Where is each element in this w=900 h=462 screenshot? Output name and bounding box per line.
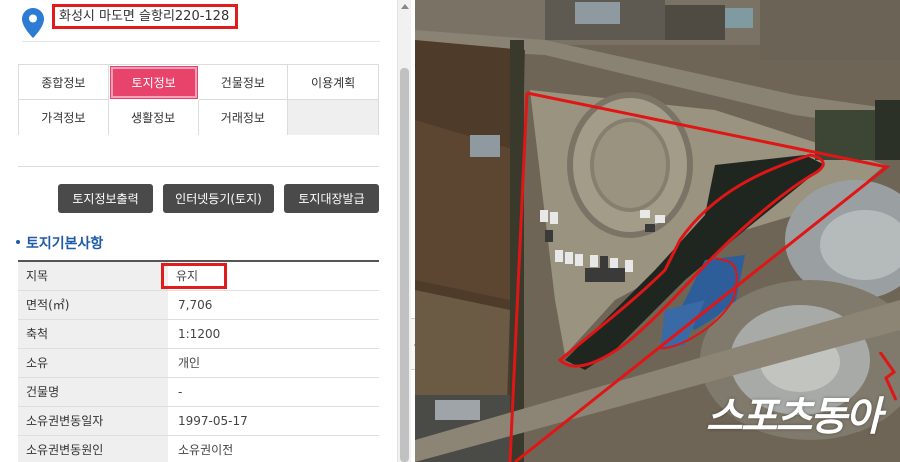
- row-value: 유지: [161, 261, 379, 291]
- watermark-logo: 스포츠동아: [706, 394, 882, 440]
- table-row: 건물명 -: [18, 377, 379, 407]
- panel-scrollbar[interactable]: [397, 0, 411, 462]
- divider: [18, 166, 379, 167]
- row-label: 축척: [18, 319, 168, 349]
- scrollbar-thumb[interactable]: [400, 68, 409, 462]
- row-label: 건물명: [18, 377, 168, 407]
- scroll-up-arrow-icon[interactable]: [401, 4, 409, 9]
- table-row: 소유권변동일자 1997-05-17: [18, 406, 379, 436]
- info-tabs: 종합정보 토지정보 건물정보 이용계획 가격정보 생활정보 거래정보: [18, 64, 379, 135]
- row-value: 1:1200: [168, 319, 379, 349]
- section-title: 토지기본사항: [16, 233, 103, 253]
- print-land-info-button[interactable]: 토지정보출력: [58, 184, 153, 213]
- table-row: 축척 1:1200: [18, 319, 379, 349]
- table-row: 지목 유지: [18, 261, 379, 291]
- tab-building-info[interactable]: 건물정보: [198, 65, 289, 100]
- row-label: 소유권변동원인: [18, 435, 168, 462]
- table-row: 소유권변동원인 소유권이전: [18, 435, 379, 462]
- tab-empty-slot: [288, 100, 378, 135]
- address-row: 화성시 마도면 슬항리220-128: [22, 4, 380, 42]
- address-text: 화성시 마도면 슬항리220-128: [52, 4, 239, 29]
- row-value: 7,706: [168, 290, 379, 320]
- map-marker-icon: [878, 352, 898, 401]
- tab-land-use-plan[interactable]: 이용계획: [288, 65, 378, 100]
- row-label: 소유권변동일자: [18, 406, 168, 436]
- land-ledger-issue-button[interactable]: 토지대장발급: [284, 184, 379, 213]
- location-pin-icon: [22, 8, 44, 38]
- row-label: 소유: [18, 348, 168, 378]
- tab-transaction-info[interactable]: 거래정보: [198, 100, 289, 135]
- land-info-table: 지목 유지 면적(㎡) 7,706 축척 1:1200 소유 개인 건물명 - 소유권변동…: [18, 260, 379, 462]
- land-category-value: 유지: [161, 262, 228, 289]
- row-value: 1997-05-17: [168, 406, 379, 436]
- internet-registry-button[interactable]: 인터넷등기(토지): [163, 184, 274, 213]
- row-label: 지목: [18, 261, 168, 291]
- table-row: 소유 개인: [18, 348, 379, 378]
- row-value: 개인: [168, 348, 379, 378]
- bullet-icon: [16, 240, 20, 244]
- row-label: 면적(㎡): [18, 290, 168, 320]
- section-title-text: 토지기본사항: [26, 236, 104, 252]
- tab-land-info[interactable]: 토지정보: [110, 67, 197, 98]
- tab-price-info[interactable]: 가격정보: [19, 100, 109, 135]
- tab-general-info[interactable]: 종합정보: [19, 65, 109, 100]
- tab-living-info[interactable]: 생활정보: [108, 100, 199, 135]
- row-value: 소유권이전: [168, 435, 379, 462]
- land-info-panel: 화성시 마도면 슬항리220-128 종합정보 토지정보 건물정보 이용계획 가…: [0, 0, 397, 462]
- aerial-map[interactable]: 스포츠동아: [415, 0, 900, 462]
- row-value: -: [168, 377, 379, 407]
- table-row: 면적(㎡) 7,706: [18, 290, 379, 320]
- action-buttons: 토지정보출력 인터넷등기(토지) 토지대장발급: [58, 184, 379, 213]
